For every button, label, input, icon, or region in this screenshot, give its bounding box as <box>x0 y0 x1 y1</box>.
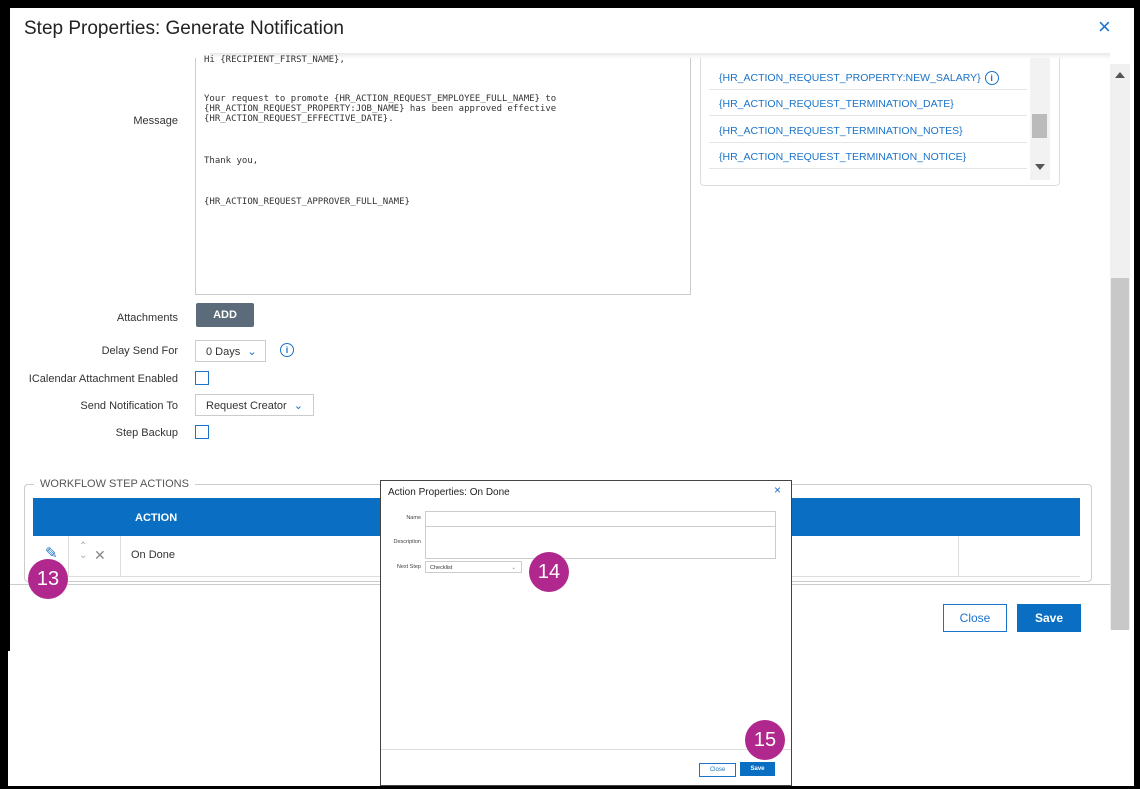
step-badge: 14 <box>529 552 569 592</box>
send-notification-select[interactable]: Request Creator ⌄ <box>195 394 314 416</box>
message-editor[interactable]: Hi {RECIPIENT_FIRST_NAME}, Your request … <box>195 55 691 295</box>
action-close-button[interactable]: Close <box>699 763 736 777</box>
dialog-title: Step Properties: Generate Notification <box>24 18 345 39</box>
scroll-thumb[interactable] <box>1032 114 1047 138</box>
message-label: Message <box>133 115 178 127</box>
token-scrollbar[interactable] <box>1030 58 1050 180</box>
attachments-label: Attachments <box>116 312 178 324</box>
column-header-action: ACTION <box>135 512 178 524</box>
icalendar-label: ICalendar Attachment Enabled <box>28 373 178 385</box>
name-label: Name <box>406 515 421 521</box>
action-dialog-title: Action Properties: On Done <box>388 487 510 498</box>
step-badge: 13 <box>28 559 68 599</box>
action-name: On Done <box>131 549 176 561</box>
message-line: {HR_ACTION_REQUEST_APPROVER_FULL_NAME} <box>204 197 410 207</box>
token-item[interactable]: {HR_ACTION_REQUEST_TERMINATION_DATE} <box>709 92 1027 116</box>
delay-send-value: 0 Days <box>206 346 241 358</box>
close-icon[interactable]: × <box>1098 14 1111 40</box>
scroll-up-icon[interactable] <box>1115 72 1125 78</box>
step-badge: 15 <box>745 720 785 760</box>
reorder-icon[interactable]: ⌃ ⌄ <box>79 542 87 561</box>
next-step-value: Checklist <box>430 565 453 571</box>
chevron-down-icon: ⌄ <box>293 400 303 412</box>
next-step-label: Next Step <box>396 564 421 570</box>
name-field[interactable] <box>425 511 776 527</box>
action-save-button[interactable]: Save <box>740 762 775 776</box>
token-item[interactable]: {HR_ACTION_REQUEST_TERMINATION_NOTES} <box>709 119 1027 143</box>
save-button[interactable]: Save <box>1017 604 1081 632</box>
send-notification-label: Send Notification To <box>80 400 178 412</box>
info-icon[interactable]: i <box>280 343 294 357</box>
step-backup-checkbox[interactable] <box>195 425 209 439</box>
close-icon[interactable]: × <box>774 483 781 497</box>
message-line: Hi {RECIPIENT_FIRST_NAME}, <box>204 55 345 65</box>
add-attachment-button[interactable]: ADD <box>196 303 254 327</box>
dialog-header: Step Properties: Generate Notification × <box>10 8 1134 54</box>
message-line: {HR_ACTION_REQUEST_PROPERTY:JOB_NAME} ha… <box>204 104 557 114</box>
delay-send-select[interactable]: 0 Days ⌄ <box>195 340 266 362</box>
message-line: {HR_ACTION_REQUEST_EFFECTIVE_DATE}. <box>204 114 394 124</box>
scroll-down-icon[interactable] <box>1035 164 1045 170</box>
token-list: {HR_ACTION_REQUEST_PROPERTY:NEW_SALARY} i… <box>700 58 1060 186</box>
description-field[interactable] <box>425 526 776 559</box>
chevron-down-icon: ⌄ <box>511 565 516 571</box>
close-button[interactable]: Close <box>943 604 1007 632</box>
chevron-down-icon: ⌄ <box>247 346 257 358</box>
workflow-legend: WORKFLOW STEP ACTIONS <box>34 478 195 490</box>
action-dialog-footer-divider <box>381 749 791 750</box>
message-line: Thank you, <box>204 156 259 166</box>
action-properties-dialog: Action Properties: On Done × Name Descri… <box>380 480 792 786</box>
token-item[interactable]: {HR_ACTION_REQUEST_PROPERTY:NEW_SALARY} i <box>709 66 1027 90</box>
delay-send-label: Delay Send For <box>101 345 178 357</box>
info-icon[interactable]: i <box>984 71 999 86</box>
token-item[interactable]: {HR_ACTION_REQUEST_TERMINATION_NOTICE} <box>709 145 1027 169</box>
main-scroll-thumb[interactable] <box>1111 278 1129 630</box>
token-label: {HR_ACTION_REQUEST_PROPERTY:NEW_SALARY} <box>719 72 981 84</box>
message-line: Your request to promote {HR_ACTION_REQUE… <box>204 94 557 104</box>
icalendar-checkbox[interactable] <box>195 371 209 385</box>
step-backup-label: Step Backup <box>115 427 178 439</box>
send-notification-value: Request Creator <box>206 400 287 412</box>
description-label: Description <box>393 539 421 545</box>
next-step-select[interactable]: Checklist ⌄ <box>425 561 522 573</box>
delete-icon[interactable]: ✕ <box>94 547 106 564</box>
